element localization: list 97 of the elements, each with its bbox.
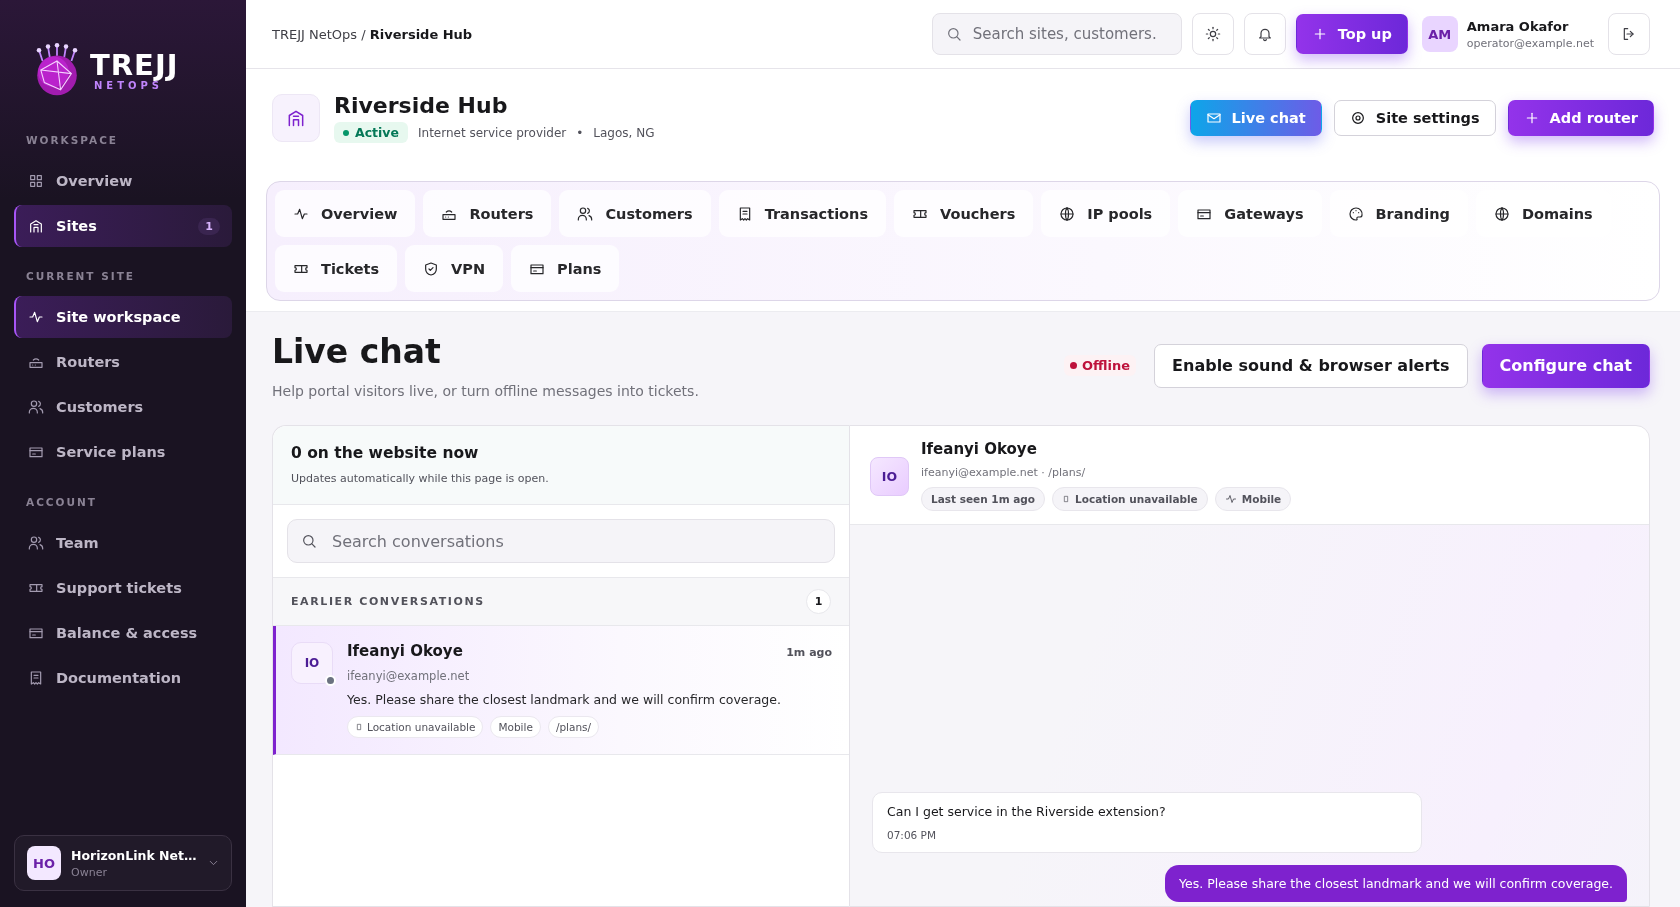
account-switcher[interactable]: HO HorizonLink Net… Owner	[14, 835, 232, 891]
info-chip: Location unavailable	[1052, 487, 1208, 511]
message-text: Yes. Please share the closest landmark and we will confirm coverage.	[1179, 876, 1613, 891]
sidebar-item[interactable]: Service plans	[14, 431, 232, 473]
section-heading: ACCOUNT	[25, 495, 98, 510]
tab[interactable]: Overview	[275, 190, 416, 237]
top-up-button[interactable]: Top up	[1295, 14, 1408, 54]
sidebar-item[interactable]: Support tickets	[14, 567, 232, 609]
theme-toggle-button[interactable]	[1191, 13, 1234, 55]
tab[interactable]: Plans	[511, 245, 620, 292]
account-name: HorizonLink Net…	[71, 847, 197, 863]
sidebar-item[interactable]: Overview	[14, 160, 232, 202]
info-chip: Mobile	[1214, 487, 1292, 511]
users-icon	[28, 399, 44, 415]
avatar: AM	[1421, 16, 1458, 52]
globe-icon	[1493, 205, 1510, 222]
avatar: IO	[291, 642, 333, 684]
tab[interactable]: VPN	[405, 245, 504, 292]
tag: /plans/	[547, 716, 600, 738]
site-location: Lagos, NG	[593, 125, 655, 140]
site-action-button[interactable]: Site settings	[1333, 100, 1496, 136]
tab[interactable]: Vouchers	[894, 190, 1034, 237]
glyph-box-icon	[1062, 493, 1071, 505]
site-type: Internet service provider	[418, 125, 567, 140]
sidebar-item[interactable]: Team	[14, 522, 232, 564]
pulse-icon	[1224, 493, 1237, 505]
visitor-note: Updates automatically while this page is open.	[291, 472, 550, 485]
visitor-email: ifeanyi@example.net	[347, 669, 471, 683]
sidebar-item[interactable]: Balance & access	[14, 612, 232, 654]
grid-icon	[28, 173, 44, 189]
account-role: Owner	[71, 865, 108, 879]
building-icon	[286, 108, 306, 128]
sidebar-item[interactable]: Customers	[14, 386, 232, 428]
tab[interactable]: IP pools	[1041, 190, 1171, 237]
tab[interactable]: Gateways	[1178, 190, 1322, 237]
glyph-box-icon	[355, 721, 363, 733]
notifications-button[interactable]	[1243, 13, 1286, 55]
visitor-name: Ifeanyi Okoye	[347, 642, 463, 660]
sidebar-item[interactable]: Routers	[14, 341, 232, 383]
users-icon	[28, 535, 44, 551]
status-indicator: Offline	[1063, 355, 1137, 376]
sidebar-item[interactable]: Site workspace	[14, 296, 232, 338]
page-subtitle: Help portal visitors live, or turn offline messages into tickets.	[272, 383, 699, 399]
avatar: HO	[27, 846, 61, 880]
tag: Mobile	[490, 716, 541, 738]
tab[interactable]: Tickets	[275, 245, 398, 292]
visitor-count: 0 on the website now	[291, 444, 480, 462]
bell-icon	[1256, 26, 1273, 42]
sidebar-item[interactable]: Sites 1	[14, 205, 232, 247]
site-action-button[interactable]: Live chat	[1189, 100, 1322, 136]
page-action-button[interactable]: Enable sound & browser alerts	[1154, 343, 1468, 388]
search-icon	[945, 26, 962, 42]
receipt-icon	[28, 670, 44, 686]
building-icon	[28, 218, 44, 234]
globe-icon	[1059, 205, 1076, 222]
status-badge: Active	[334, 122, 408, 143]
search-field[interactable]: Search sites, customers.	[931, 13, 1182, 55]
info-chip: Last seen 1m ago	[921, 487, 1046, 511]
search-icon	[301, 533, 317, 549]
site-name: Riverside Hub	[334, 93, 509, 118]
page-action-button[interactable]: Configure chat	[1481, 343, 1650, 388]
site-action-button[interactable]: Add router	[1507, 100, 1654, 136]
shield-icon	[423, 260, 440, 277]
tag: Location unavailable	[347, 716, 484, 738]
message-text: Can I get service in the Riverside extension?	[887, 804, 1167, 819]
sidebar-item[interactable]: Documentation	[14, 657, 232, 699]
message-time: 07:06 PM	[887, 829, 937, 841]
visitor-details: ifeanyi@example.net · /plans/	[921, 466, 1087, 479]
tab[interactable]: Transactions	[718, 190, 887, 237]
user-email: operator@example.net	[1466, 36, 1594, 50]
palette-icon	[1347, 205, 1364, 222]
count-badge: 1	[198, 217, 220, 235]
visitor-name: Ifeanyi Okoye	[921, 440, 1038, 458]
brand-name: TREJJ	[90, 49, 179, 80]
users-icon	[577, 205, 594, 222]
tab[interactable]: Customers	[559, 190, 711, 237]
logout-button[interactable]	[1608, 13, 1650, 55]
conversation-item[interactable]: IO Ifeanyi Okoye 1m ago ifeanyi@example.net Yes. Please share the closest landmark and we will confirm coverage. Location unavailable Mobile /plans/	[273, 626, 849, 755]
sun-icon	[1204, 26, 1221, 42]
pulse-icon	[28, 309, 44, 325]
card-icon	[28, 625, 44, 641]
section-heading: WORKSPACE	[25, 133, 120, 148]
search-field[interactable]: Search conversations	[287, 519, 835, 563]
section-heading: EARLIER CONVERSATIONS	[291, 595, 485, 608]
user-name: Amara Okafor	[1466, 18, 1570, 34]
target-icon	[1349, 110, 1366, 126]
mail-icon	[1205, 110, 1222, 126]
avatar: IO	[870, 457, 909, 496]
message-preview: Yes. Please share the closest landmark and we will confirm coverage.	[347, 692, 782, 707]
bullet-separator: •	[576, 125, 584, 140]
timestamp: 1m ago	[786, 646, 832, 659]
page-title: Live chat	[272, 332, 442, 371]
section-heading: CURRENT SITE	[25, 269, 136, 284]
card-icon	[28, 444, 44, 460]
breadcrumb: TREJJ NetOps / Riverside Hub	[272, 26, 473, 42]
tab[interactable]: Routers	[423, 190, 552, 237]
count-badge: 1	[806, 589, 831, 614]
